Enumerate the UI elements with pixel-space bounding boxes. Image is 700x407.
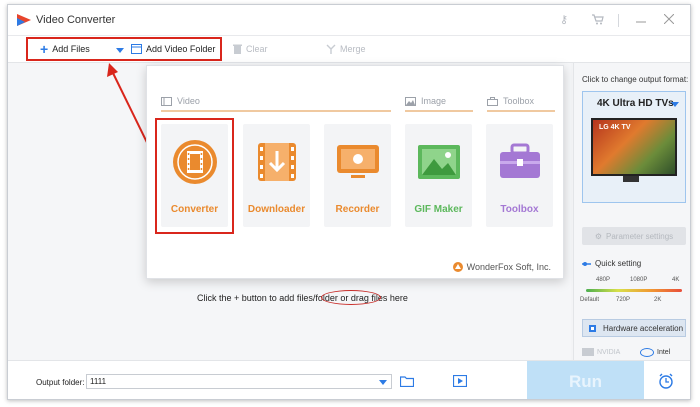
- annotation-box-converter: [155, 118, 234, 234]
- slider-toggle-icon: [582, 261, 591, 266]
- open-folder-icon[interactable]: [400, 375, 414, 387]
- tv-stand: [623, 176, 639, 182]
- gif-maker-tile[interactable]: GIF Maker: [405, 124, 472, 227]
- image-category-icon: [405, 96, 416, 106]
- video-category-divider: [161, 110, 391, 112]
- recorder-label: Recorder: [335, 204, 380, 215]
- nvidia-logo-icon: [582, 348, 594, 356]
- category-toolbox: Toolbox: [487, 96, 534, 106]
- downloader-tile[interactable]: Downloader: [243, 124, 310, 227]
- parameter-settings-button[interactable]: ⚙ Parameter settings: [582, 227, 686, 245]
- toolbox-tile[interactable]: Toolbox: [486, 124, 553, 227]
- bottom-bar: Output folder: 1111 Run: [8, 360, 690, 399]
- format-dropdown-icon: [671, 102, 679, 107]
- run-button[interactable]: Run: [527, 361, 644, 399]
- output-format-selector[interactable]: 4K Ultra HD TVs LG 4K TV: [582, 91, 686, 203]
- image-category-divider: [405, 110, 473, 112]
- brand-label: WonderFox Soft, Inc.: [466, 262, 551, 272]
- toolbox-category-icon: [487, 96, 498, 106]
- output-folder-field[interactable]: 1111: [86, 374, 392, 389]
- toolbox-category-divider: [487, 110, 555, 112]
- category-video-label: Video: [177, 96, 200, 106]
- category-video: Video: [161, 96, 200, 106]
- tool-launcher-popup: Video Image Toolbox Converter Downloader…: [146, 65, 564, 279]
- nvidia-label: NVIDIA: [597, 348, 621, 356]
- quick-setting-label: Quick setting: [595, 259, 642, 268]
- quality-720p-label: 720P: [616, 297, 631, 303]
- alarm-clock-icon[interactable]: [658, 373, 674, 389]
- quality-4k-label: 4K: [672, 277, 680, 283]
- intel-label: Intel: [657, 348, 671, 356]
- settings-icon: ⚙: [594, 231, 603, 241]
- intel-option[interactable]: Intel: [640, 345, 670, 359]
- gif-maker-label: GIF Maker: [414, 204, 463, 215]
- intel-logo-icon: [640, 347, 654, 357]
- downloader-label: Downloader: [247, 204, 306, 215]
- download-film-icon: [257, 143, 296, 181]
- screen-record-icon: [336, 145, 379, 178]
- hardware-acceleration-button[interactable]: Hardware acceleration: [582, 319, 686, 337]
- hardware-acceleration-label: Hardware acceleration: [603, 323, 684, 333]
- wonderfox-logo-icon: [452, 262, 463, 272]
- quality-slider[interactable]: [586, 289, 682, 292]
- parameter-settings-label: Parameter settings: [606, 231, 674, 241]
- category-image-label: Image: [421, 96, 447, 106]
- run-label: Run: [568, 371, 603, 391]
- quick-setting: Quick setting: [582, 259, 641, 268]
- open-output-icon[interactable]: [453, 375, 467, 387]
- category-toolbox-label: Toolbox: [503, 96, 535, 106]
- output-folder-label: Output folder:: [36, 378, 85, 387]
- quality-2k-label: 2K: [654, 297, 662, 303]
- recorder-tile[interactable]: Recorder: [324, 124, 391, 227]
- quality-1080p-label: 1080P: [630, 277, 648, 283]
- app-window: Video Converter ⚷ + Add Files Add Video …: [7, 4, 691, 400]
- output-format-panel: Click to change output format: 4K Ultra …: [573, 63, 690, 360]
- tv-preview-image: LG 4K TV: [591, 118, 677, 176]
- output-format-title: Click to change output format:: [582, 75, 689, 84]
- quality-480p-label: 480P: [596, 277, 611, 283]
- image-icon: [417, 145, 460, 179]
- toolbox-icon: [499, 143, 540, 178]
- toolbox-label: Toolbox: [500, 204, 539, 215]
- video-category-icon: [161, 96, 172, 106]
- output-folder-dropdown-icon[interactable]: [379, 380, 387, 385]
- chip-icon: [589, 324, 596, 332]
- nvidia-option[interactable]: NVIDIA: [582, 345, 620, 359]
- category-image: Image: [405, 96, 446, 106]
- brand-footer: WonderFox Soft, Inc.: [452, 262, 551, 272]
- output-format-name: 4K Ultra HD TVs: [597, 98, 674, 109]
- quality-default-label: Default: [580, 297, 600, 303]
- tv-brand-label: LG 4K TV: [599, 124, 631, 131]
